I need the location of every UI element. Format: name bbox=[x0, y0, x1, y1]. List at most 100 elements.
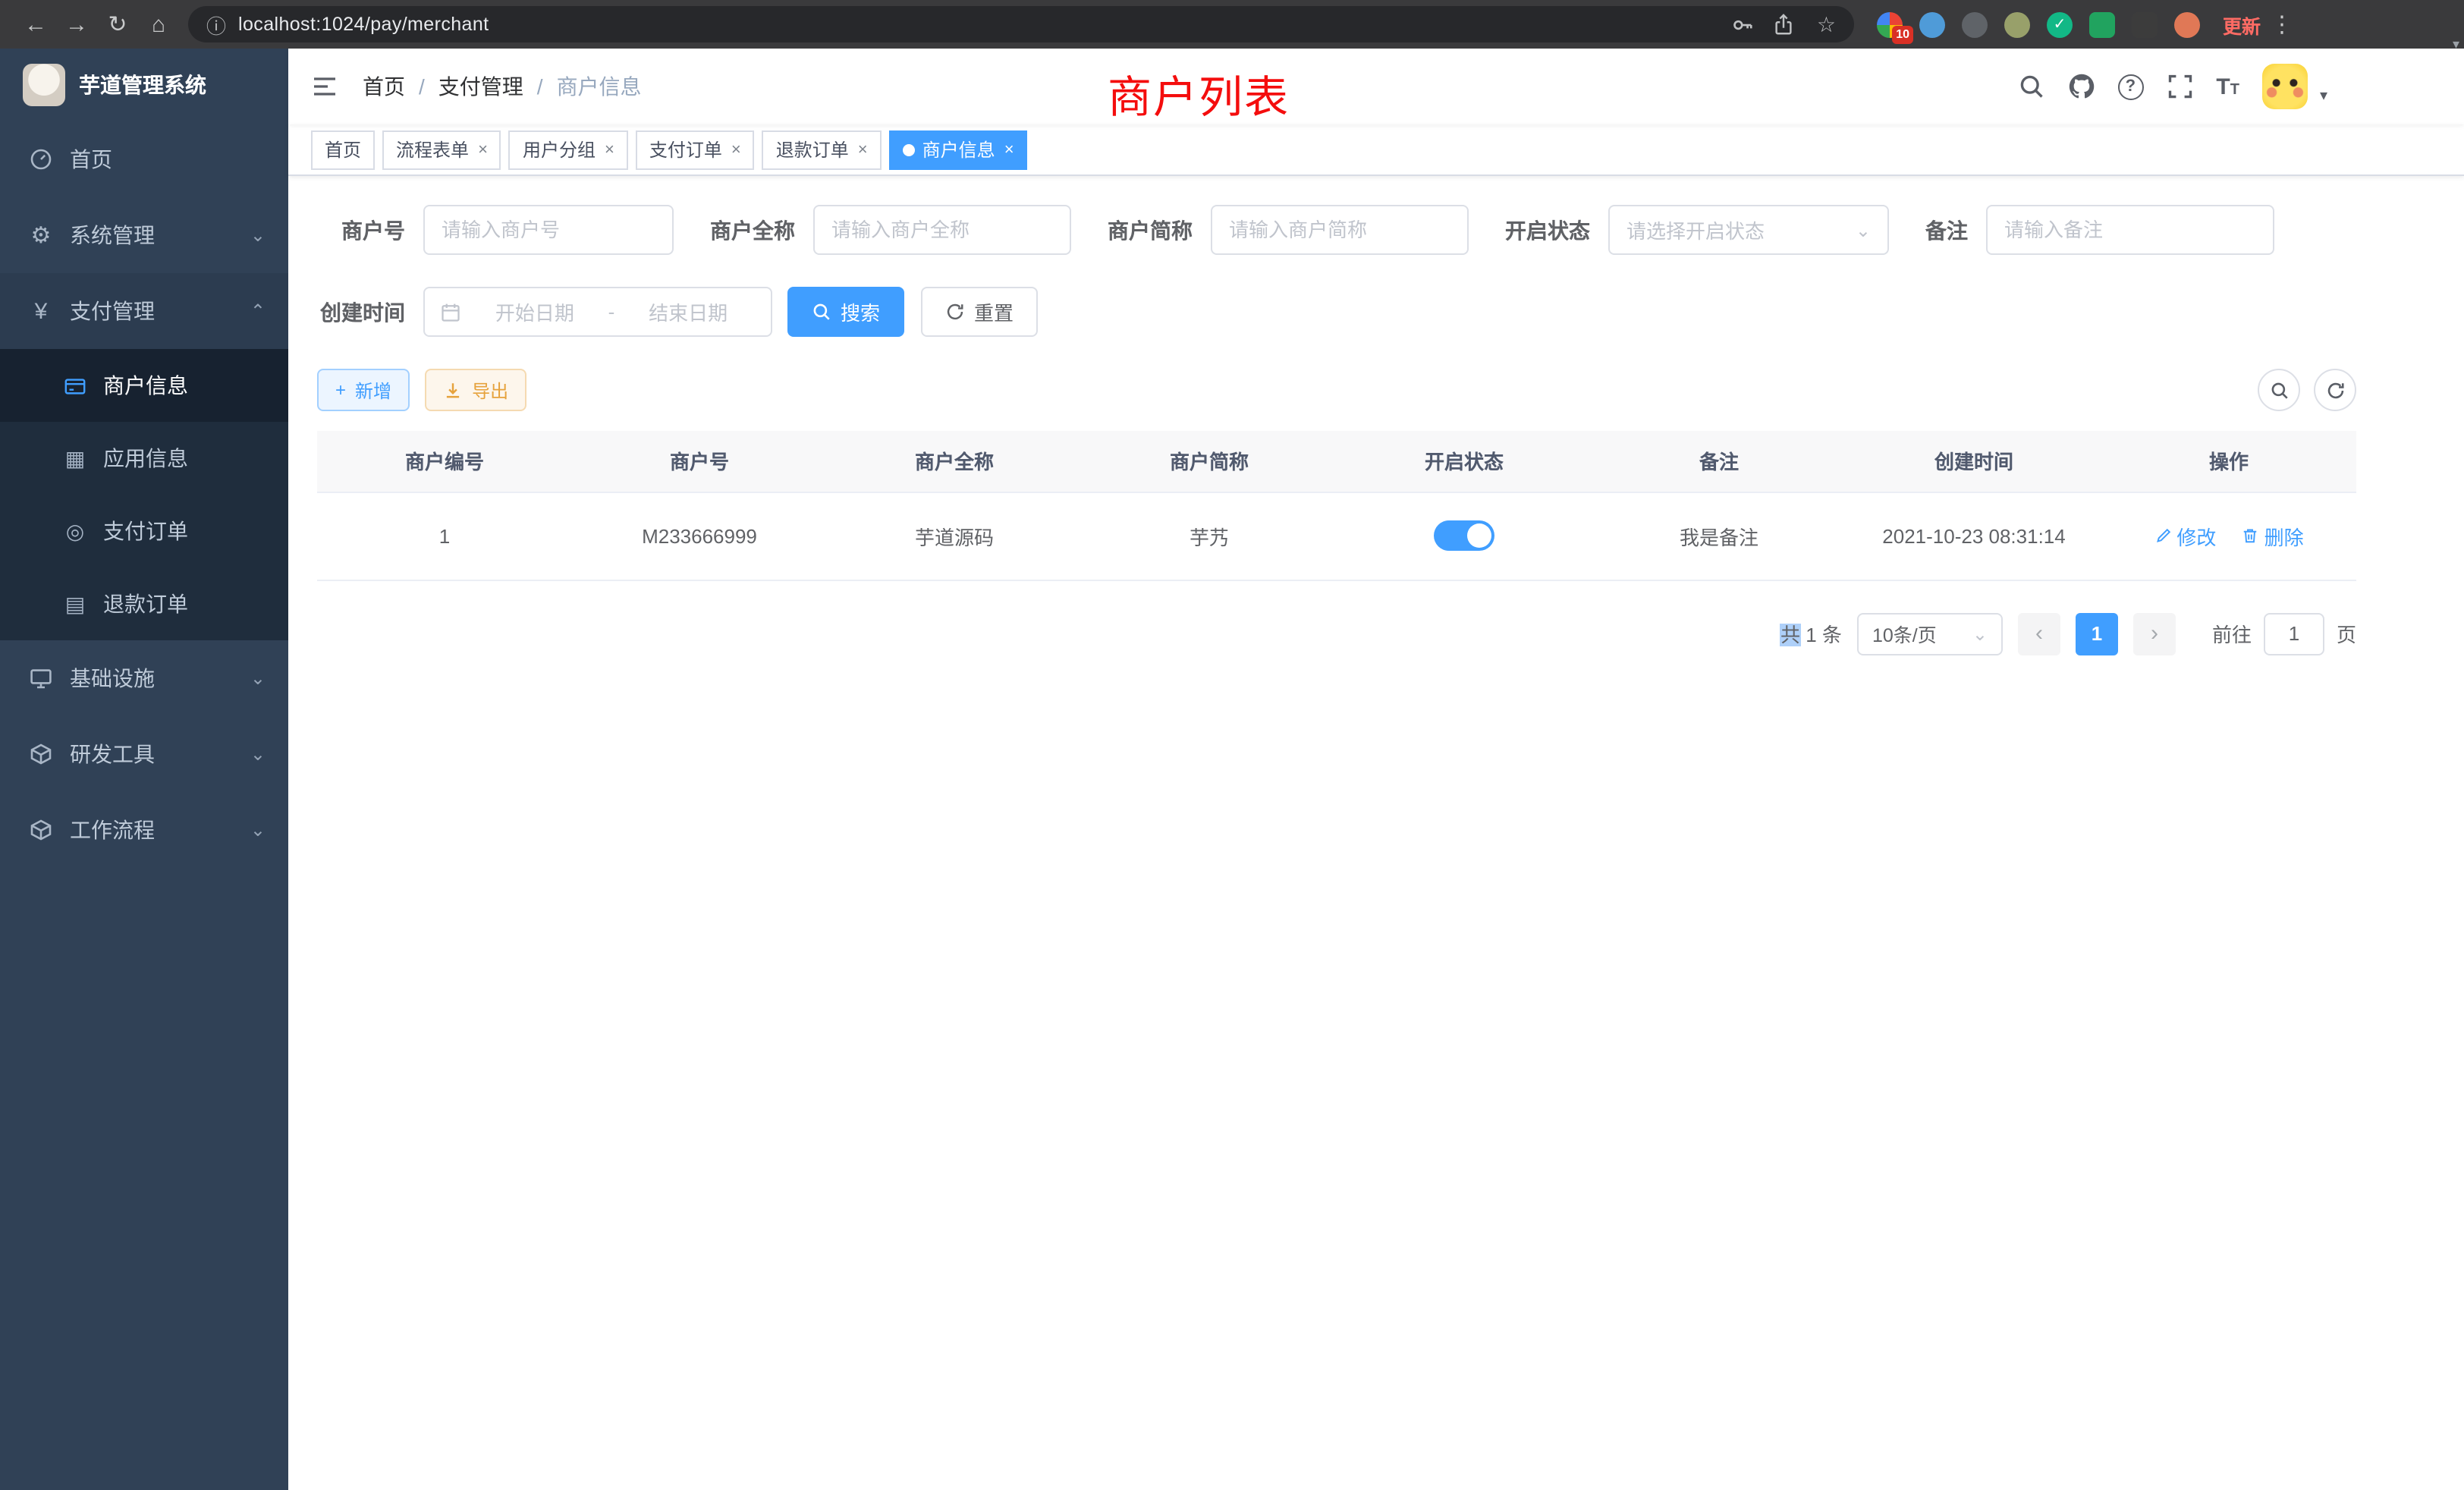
search-button[interactable]: 搜索 bbox=[787, 287, 904, 337]
full-name-input[interactable] bbox=[813, 205, 1071, 255]
target-icon: ◎ bbox=[64, 518, 86, 544]
extension-icon[interactable] bbox=[2132, 11, 2158, 37]
sidebar-item-merchant-info[interactable]: 商户信息 bbox=[0, 349, 288, 422]
chevron-down-icon[interactable]: ▾ bbox=[2320, 87, 2327, 104]
sidebar-item-app-info[interactable]: ▦ 应用信息 bbox=[0, 422, 288, 495]
table-row: 1 M233666999 芋道源码 芋艿 我是备注 2021-10-23 08:… bbox=[317, 492, 2356, 580]
status-toggle[interactable] bbox=[1434, 520, 1494, 551]
sidebar-item-pay-order[interactable]: ◎ 支付订单 bbox=[0, 495, 288, 567]
page-unit-label: 页 bbox=[2337, 619, 2356, 648]
end-date-placeholder: 结束日期 bbox=[621, 297, 756, 326]
short-name-input[interactable] bbox=[1211, 205, 1469, 255]
reload-icon[interactable]: ↻ bbox=[97, 11, 138, 38]
sidebar-item-infrastructure[interactable]: 基础设施 ⌄ bbox=[0, 640, 288, 716]
column-header: 商户简称 bbox=[1082, 431, 1337, 492]
close-icon[interactable]: × bbox=[858, 140, 868, 159]
pencil-icon bbox=[2154, 527, 2172, 545]
chevron-up-icon: ⌃ bbox=[250, 300, 266, 322]
tab-user-group[interactable]: 用户分组× bbox=[509, 130, 628, 169]
document-icon: ▤ bbox=[64, 591, 86, 617]
site-info-icon[interactable]: ⓘ bbox=[206, 10, 226, 39]
address-bar[interactable]: ⓘ localhost:1024/pay/merchant ☆ bbox=[188, 6, 1854, 42]
sidebar-item-system[interactable]: ⚙ 系统管理 ⌄ bbox=[0, 197, 288, 273]
browser-menu-icon[interactable]: ⋮ bbox=[2267, 11, 2297, 38]
logo[interactable]: 芋道管理系统 bbox=[0, 49, 288, 121]
sidebar: 芋道管理系统 首页 ⚙ 系统管理 ⌄ ¥ 支付管理 ⌃ bbox=[0, 49, 288, 1490]
close-icon[interactable]: × bbox=[731, 140, 741, 159]
box-icon bbox=[29, 818, 53, 842]
sidebar-item-payment[interactable]: ¥ 支付管理 ⌃ bbox=[0, 273, 288, 349]
sidebar-item-label: 系统管理 bbox=[70, 220, 155, 250]
table-toolbar: + 新增 导出 bbox=[317, 369, 2356, 411]
tab-pay-order[interactable]: 支付订单× bbox=[636, 130, 755, 169]
reset-button[interactable]: 重置 bbox=[921, 287, 1038, 337]
column-header: 商户全称 bbox=[827, 431, 1082, 492]
refresh-table-button[interactable] bbox=[2314, 369, 2356, 411]
forward-icon[interactable]: → bbox=[56, 11, 97, 37]
box-icon bbox=[29, 742, 53, 766]
extension-icon[interactable] bbox=[2089, 11, 2115, 37]
hamburger-icon[interactable] bbox=[311, 74, 338, 99]
edit-link[interactable]: 修改 bbox=[2154, 521, 2216, 550]
browser-update-button[interactable]: 更新 bbox=[2223, 10, 2261, 39]
extension-icon[interactable] bbox=[2174, 11, 2200, 37]
extension-icon[interactable] bbox=[1919, 11, 1945, 37]
close-icon[interactable]: × bbox=[478, 140, 488, 159]
bookmark-star-icon[interactable]: ☆ bbox=[1817, 11, 1836, 37]
close-icon[interactable]: × bbox=[1004, 140, 1014, 159]
home-icon[interactable]: ⌂ bbox=[138, 11, 179, 37]
github-icon[interactable] bbox=[2067, 73, 2095, 100]
status-select[interactable]: 请选择开启状态 ⌄ bbox=[1608, 205, 1889, 255]
tab-refund-order[interactable]: 退款订单× bbox=[762, 130, 882, 169]
column-header: 商户编号 bbox=[317, 431, 572, 492]
table-header-row: 商户编号 商户号 商户全称 商户简称 开启状态 备注 创建时间 操作 bbox=[317, 431, 2356, 492]
prev-page-button[interactable]: ‹ bbox=[2018, 612, 2060, 655]
help-icon[interactable]: ? bbox=[2117, 74, 2143, 99]
cell-remark: 我是备注 bbox=[1592, 492, 1846, 580]
extension-icon[interactable] bbox=[1962, 11, 1988, 37]
column-header: 备注 bbox=[1592, 431, 1846, 492]
active-dot bbox=[903, 143, 915, 156]
search-icon[interactable] bbox=[2017, 73, 2044, 100]
delete-link[interactable]: 删除 bbox=[2242, 521, 2304, 550]
sidebar-item-devtools[interactable]: 研发工具 ⌄ bbox=[0, 716, 288, 792]
goto-page-input[interactable] bbox=[2264, 612, 2324, 655]
extension-icon[interactable] bbox=[2004, 11, 2030, 37]
export-button[interactable]: 导出 bbox=[425, 369, 526, 411]
font-size-icon[interactable]: TT bbox=[2216, 75, 2239, 98]
breadcrumb-item[interactable]: 支付管理 bbox=[438, 71, 523, 102]
add-button[interactable]: + 新增 bbox=[317, 369, 410, 411]
cell-full-name: 芋道源码 bbox=[827, 492, 1082, 580]
create-time-range-picker[interactable]: 开始日期 - 结束日期 bbox=[423, 287, 772, 337]
back-icon[interactable]: ← bbox=[15, 11, 56, 37]
sidebar-item-home[interactable]: 首页 bbox=[0, 121, 288, 197]
tabs-bar: 首页 流程表单× 用户分组× 支付订单× 退款订单× 商户信息× bbox=[288, 124, 2464, 176]
range-separator: - bbox=[608, 300, 615, 323]
toggle-search-button[interactable] bbox=[2258, 369, 2300, 411]
tab-home[interactable]: 首页 bbox=[311, 130, 375, 169]
close-icon[interactable]: × bbox=[605, 140, 614, 159]
tab-process-form[interactable]: 流程表单× bbox=[382, 130, 501, 169]
cell-merchant-no: M233666999 bbox=[572, 492, 827, 580]
sidebar-item-refund-order[interactable]: ▤ 退款订单 bbox=[0, 567, 288, 640]
tab-merchant-info[interactable]: 商户信息× bbox=[889, 130, 1028, 169]
next-page-button[interactable]: › bbox=[2133, 612, 2176, 655]
page-size-select[interactable]: 10条/页 ⌄ bbox=[1857, 612, 2003, 655]
chevron-down-icon: ⌄ bbox=[250, 743, 266, 765]
user-avatar[interactable] bbox=[2262, 64, 2308, 109]
page-1-button[interactable]: 1 bbox=[2076, 612, 2118, 655]
sidebar-item-label: 应用信息 bbox=[103, 443, 188, 473]
fullscreen-icon[interactable] bbox=[2166, 73, 2193, 100]
filter-label: 开启状态 bbox=[1505, 215, 1590, 245]
remark-input[interactable] bbox=[1986, 205, 2274, 255]
extension-icon[interactable]: 10 bbox=[1877, 11, 1903, 37]
password-key-icon[interactable] bbox=[1732, 13, 1755, 36]
share-icon[interactable] bbox=[1773, 13, 1796, 36]
search-icon bbox=[812, 302, 831, 322]
breadcrumb-item-current: 商户信息 bbox=[557, 71, 642, 102]
breadcrumb-item[interactable]: 首页 bbox=[363, 71, 405, 102]
cell-id: 1 bbox=[317, 492, 572, 580]
merchant-no-input[interactable] bbox=[423, 205, 674, 255]
sidebar-item-workflow[interactable]: 工作流程 ⌄ bbox=[0, 792, 288, 868]
extension-icon[interactable]: ✓ bbox=[2047, 11, 2073, 37]
